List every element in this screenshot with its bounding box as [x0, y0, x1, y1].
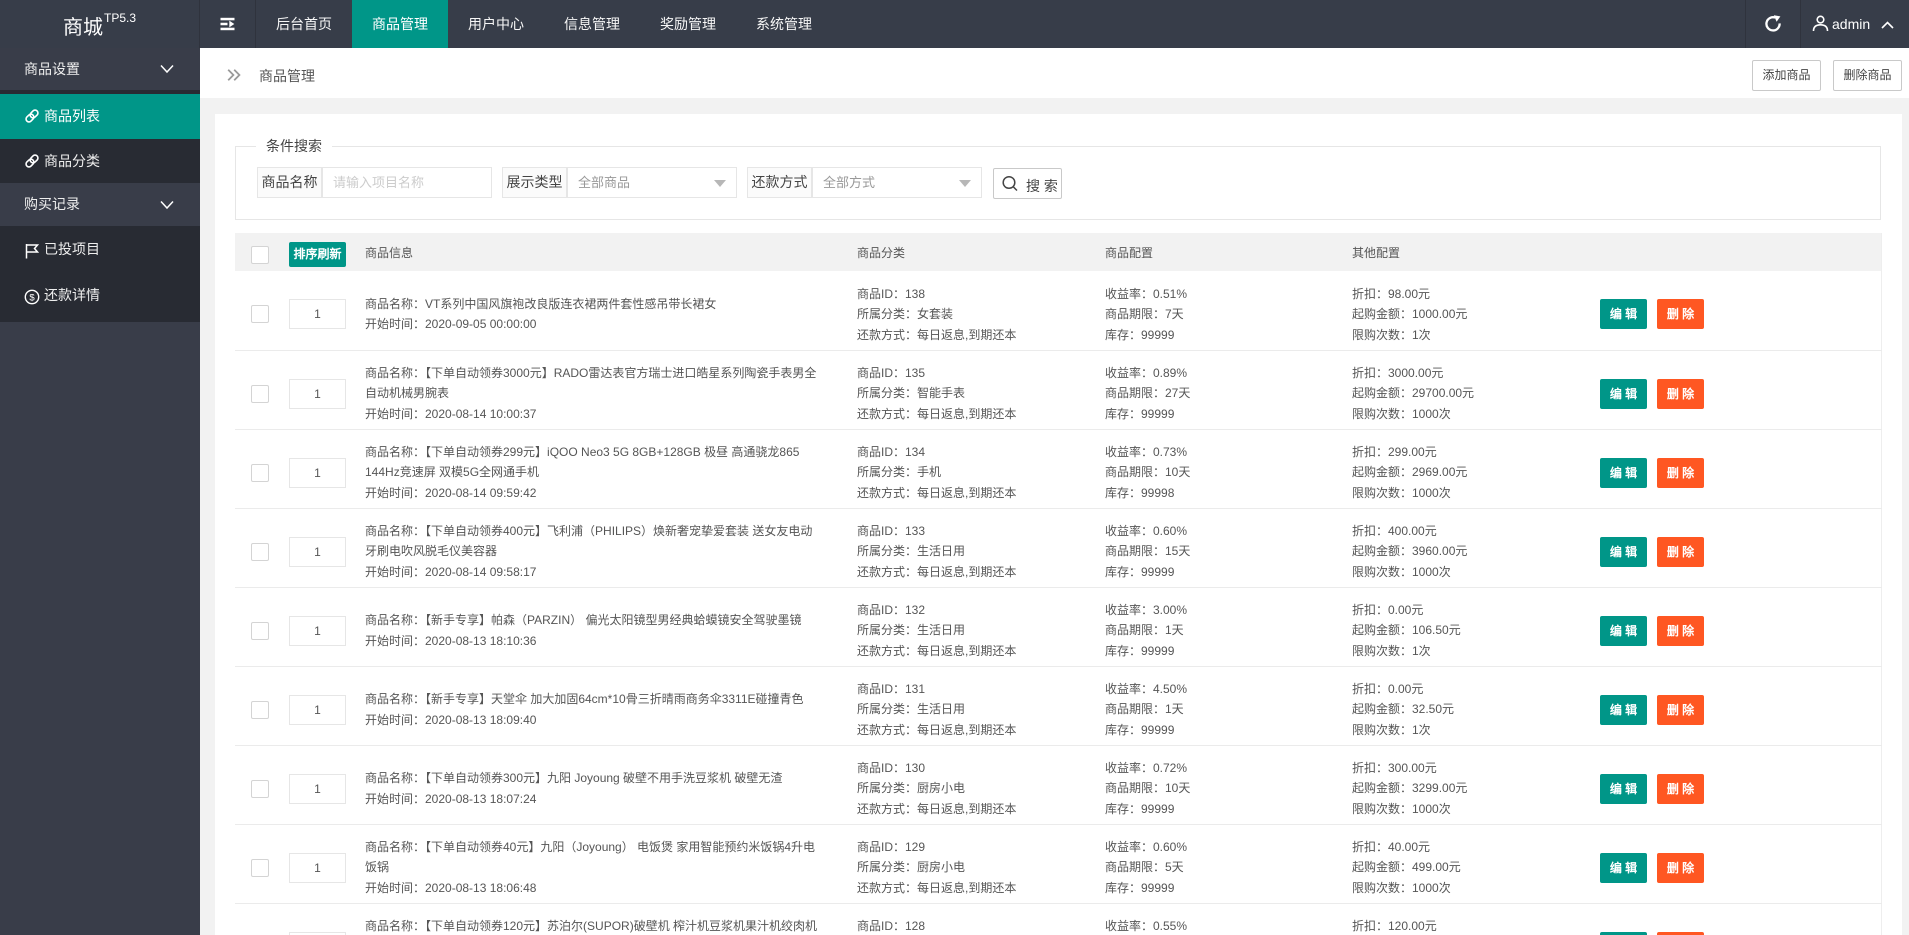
svg-text:$: $ — [29, 292, 35, 303]
